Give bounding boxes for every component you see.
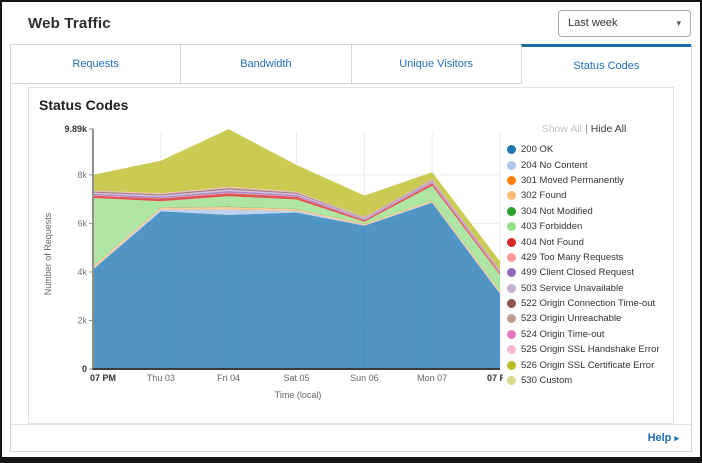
legend-item-499[interactable]: 499 Client Closed Request <box>507 265 661 280</box>
legend-label: 522 Origin Connection Time-out <box>521 298 655 309</box>
widget-header: Web Traffic Last week ▾ <box>2 2 700 44</box>
legend-swatch-icon <box>507 222 516 231</box>
svg-text:Sat 05: Sat 05 <box>283 373 309 383</box>
legend-label: 404 Not Found <box>521 237 584 248</box>
svg-text:07 PM: 07 PM <box>90 373 116 383</box>
time-range-value: Last week <box>568 17 618 29</box>
legend-swatch-icon <box>507 268 516 277</box>
legend-label: 304 Not Modified <box>521 206 593 217</box>
svg-text:Mon 07: Mon 07 <box>417 373 447 383</box>
legend-label: 526 Origin SSL Certificate Error <box>521 360 654 371</box>
window-frame: Web Traffic Last week ▾ RequestsBandwidt… <box>0 0 702 463</box>
legend-item-526[interactable]: 526 Origin SSL Certificate Error <box>507 357 661 372</box>
legend-item-524[interactable]: 524 Origin Time-out <box>507 327 661 342</box>
traffic-panel: RequestsBandwidthUnique VisitorsStatus C… <box>10 44 692 452</box>
svg-text:9.89k: 9.89k <box>64 124 88 134</box>
web-traffic-widget: Web Traffic Last week ▾ RequestsBandwidt… <box>2 2 700 457</box>
svg-text:07 PM: 07 PM <box>487 373 503 383</box>
svg-text:Fri 04: Fri 04 <box>217 373 240 383</box>
tab-status-codes[interactable]: Status Codes <box>521 44 691 84</box>
legend-label: 525 Origin SSL Handshake Error <box>521 344 660 355</box>
legend-item-525[interactable]: 525 Origin SSL Handshake Error <box>507 342 661 357</box>
legend-swatch-icon <box>507 145 516 154</box>
legend-item-429[interactable]: 429 Too Many Requests <box>507 250 661 265</box>
legend-item-522[interactable]: 522 Origin Connection Time-out <box>507 296 661 311</box>
chart-title: Status Codes <box>39 97 669 113</box>
legend-swatch-icon <box>507 314 516 323</box>
legend-label: 301 Moved Permanently <box>521 175 624 186</box>
legend-label: 302 Found <box>521 190 566 201</box>
status-codes-chart: 0 2k 4k 6k 8k 9.89k 07 PM Thu 03 Fri 04 Sat 05 Sun… <box>51 119 503 387</box>
legend-swatch-icon <box>507 299 516 308</box>
legend-label: 499 Client Closed Request <box>521 267 634 278</box>
hide-all-button[interactable]: Hide All <box>591 123 627 135</box>
y-axis-title: Number of Requests <box>37 119 51 400</box>
x-axis-title: Time (local) <box>51 390 503 400</box>
legend-label: 429 Too Many Requests <box>521 252 623 263</box>
page-title: Web Traffic <box>28 15 111 32</box>
legend-swatch-icon <box>507 345 516 354</box>
legend-item-530[interactable]: 530 Custom <box>507 373 661 388</box>
help-arrow-icon: ▸ <box>674 433 679 443</box>
legend-item-200[interactable]: 200 OK <box>507 142 661 157</box>
legend-separator: | <box>585 123 588 135</box>
legend-item-304[interactable]: 304 Not Modified <box>507 204 661 219</box>
tab-unique-visitors[interactable]: Unique Visitors <box>351 44 521 84</box>
chart-legend: Show All|Hide All 200 OK 204 No Content 30… <box>503 119 661 400</box>
legend-item-204[interactable]: 204 No Content <box>507 157 661 172</box>
chart-area: Number of Requests 0 2k 4k 6k 8k 9.89k 07 PM Th… <box>37 119 669 400</box>
show-all-button[interactable]: Show All <box>542 123 582 135</box>
svg-text:Thu 03: Thu 03 <box>147 373 175 383</box>
tab-content: Status Codes Number of Requests 0 2k 4k 6k 8… <box>11 84 691 424</box>
legend-swatch-icon <box>507 238 516 247</box>
panel-footer: Help ▸ <box>11 424 691 451</box>
legend-label: 530 Custom <box>521 375 572 386</box>
legend-swatch-icon <box>507 361 516 370</box>
legend-items: 200 OK 204 No Content 301 Moved Permanentl… <box>507 142 661 388</box>
tab-bandwidth[interactable]: Bandwidth <box>180 44 350 84</box>
tab-requests[interactable]: Requests <box>11 44 180 84</box>
legend-item-503[interactable]: 503 Service Unavailable <box>507 281 661 296</box>
legend-item-404[interactable]: 404 Not Found <box>507 234 661 249</box>
plot-column: 0 2k 4k 6k 8k 9.89k 07 PM Thu 03 Fri 04 Sat 05 Sun… <box>51 119 503 400</box>
legend-swatch-icon <box>507 253 516 262</box>
time-range-select[interactable]: Last week ▾ <box>558 10 691 37</box>
legend-swatch-icon <box>507 161 516 170</box>
svg-text:0: 0 <box>82 364 87 374</box>
legend-label: 403 Forbidden <box>521 221 582 232</box>
legend-item-302[interactable]: 302 Found <box>507 188 661 203</box>
chevron-down-icon: ▾ <box>676 18 681 29</box>
legend-label: 204 No Content <box>521 160 588 171</box>
legend-header: Show All|Hide All <box>507 123 661 135</box>
legend-label: 524 Origin Time-out <box>521 329 604 340</box>
svg-text:4k: 4k <box>77 267 87 277</box>
legend-item-523[interactable]: 523 Origin Unreachable <box>507 311 661 326</box>
legend-swatch-icon <box>507 176 516 185</box>
legend-swatch-icon <box>507 284 516 293</box>
legend-swatch-icon <box>507 191 516 200</box>
legend-item-301[interactable]: 301 Moved Permanently <box>507 173 661 188</box>
svg-text:Sun 06: Sun 06 <box>350 373 379 383</box>
status-codes-card: Status Codes Number of Requests 0 2k 4k 6k 8… <box>28 87 674 424</box>
legend-item-403[interactable]: 403 Forbidden <box>507 219 661 234</box>
legend-label: 200 OK <box>521 144 553 155</box>
svg-text:2k: 2k <box>77 315 87 325</box>
legend-label: 523 Origin Unreachable <box>521 313 621 324</box>
legend-swatch-icon <box>507 207 516 216</box>
tab-bar: RequestsBandwidthUnique VisitorsStatus C… <box>11 44 691 84</box>
legend-swatch-icon <box>507 330 516 339</box>
svg-text:6k: 6k <box>77 218 87 228</box>
legend-label: 503 Service Unavailable <box>521 283 623 294</box>
legend-swatch-icon <box>507 376 516 385</box>
help-link[interactable]: Help ▸ <box>648 432 679 444</box>
svg-text:8k: 8k <box>77 170 87 180</box>
